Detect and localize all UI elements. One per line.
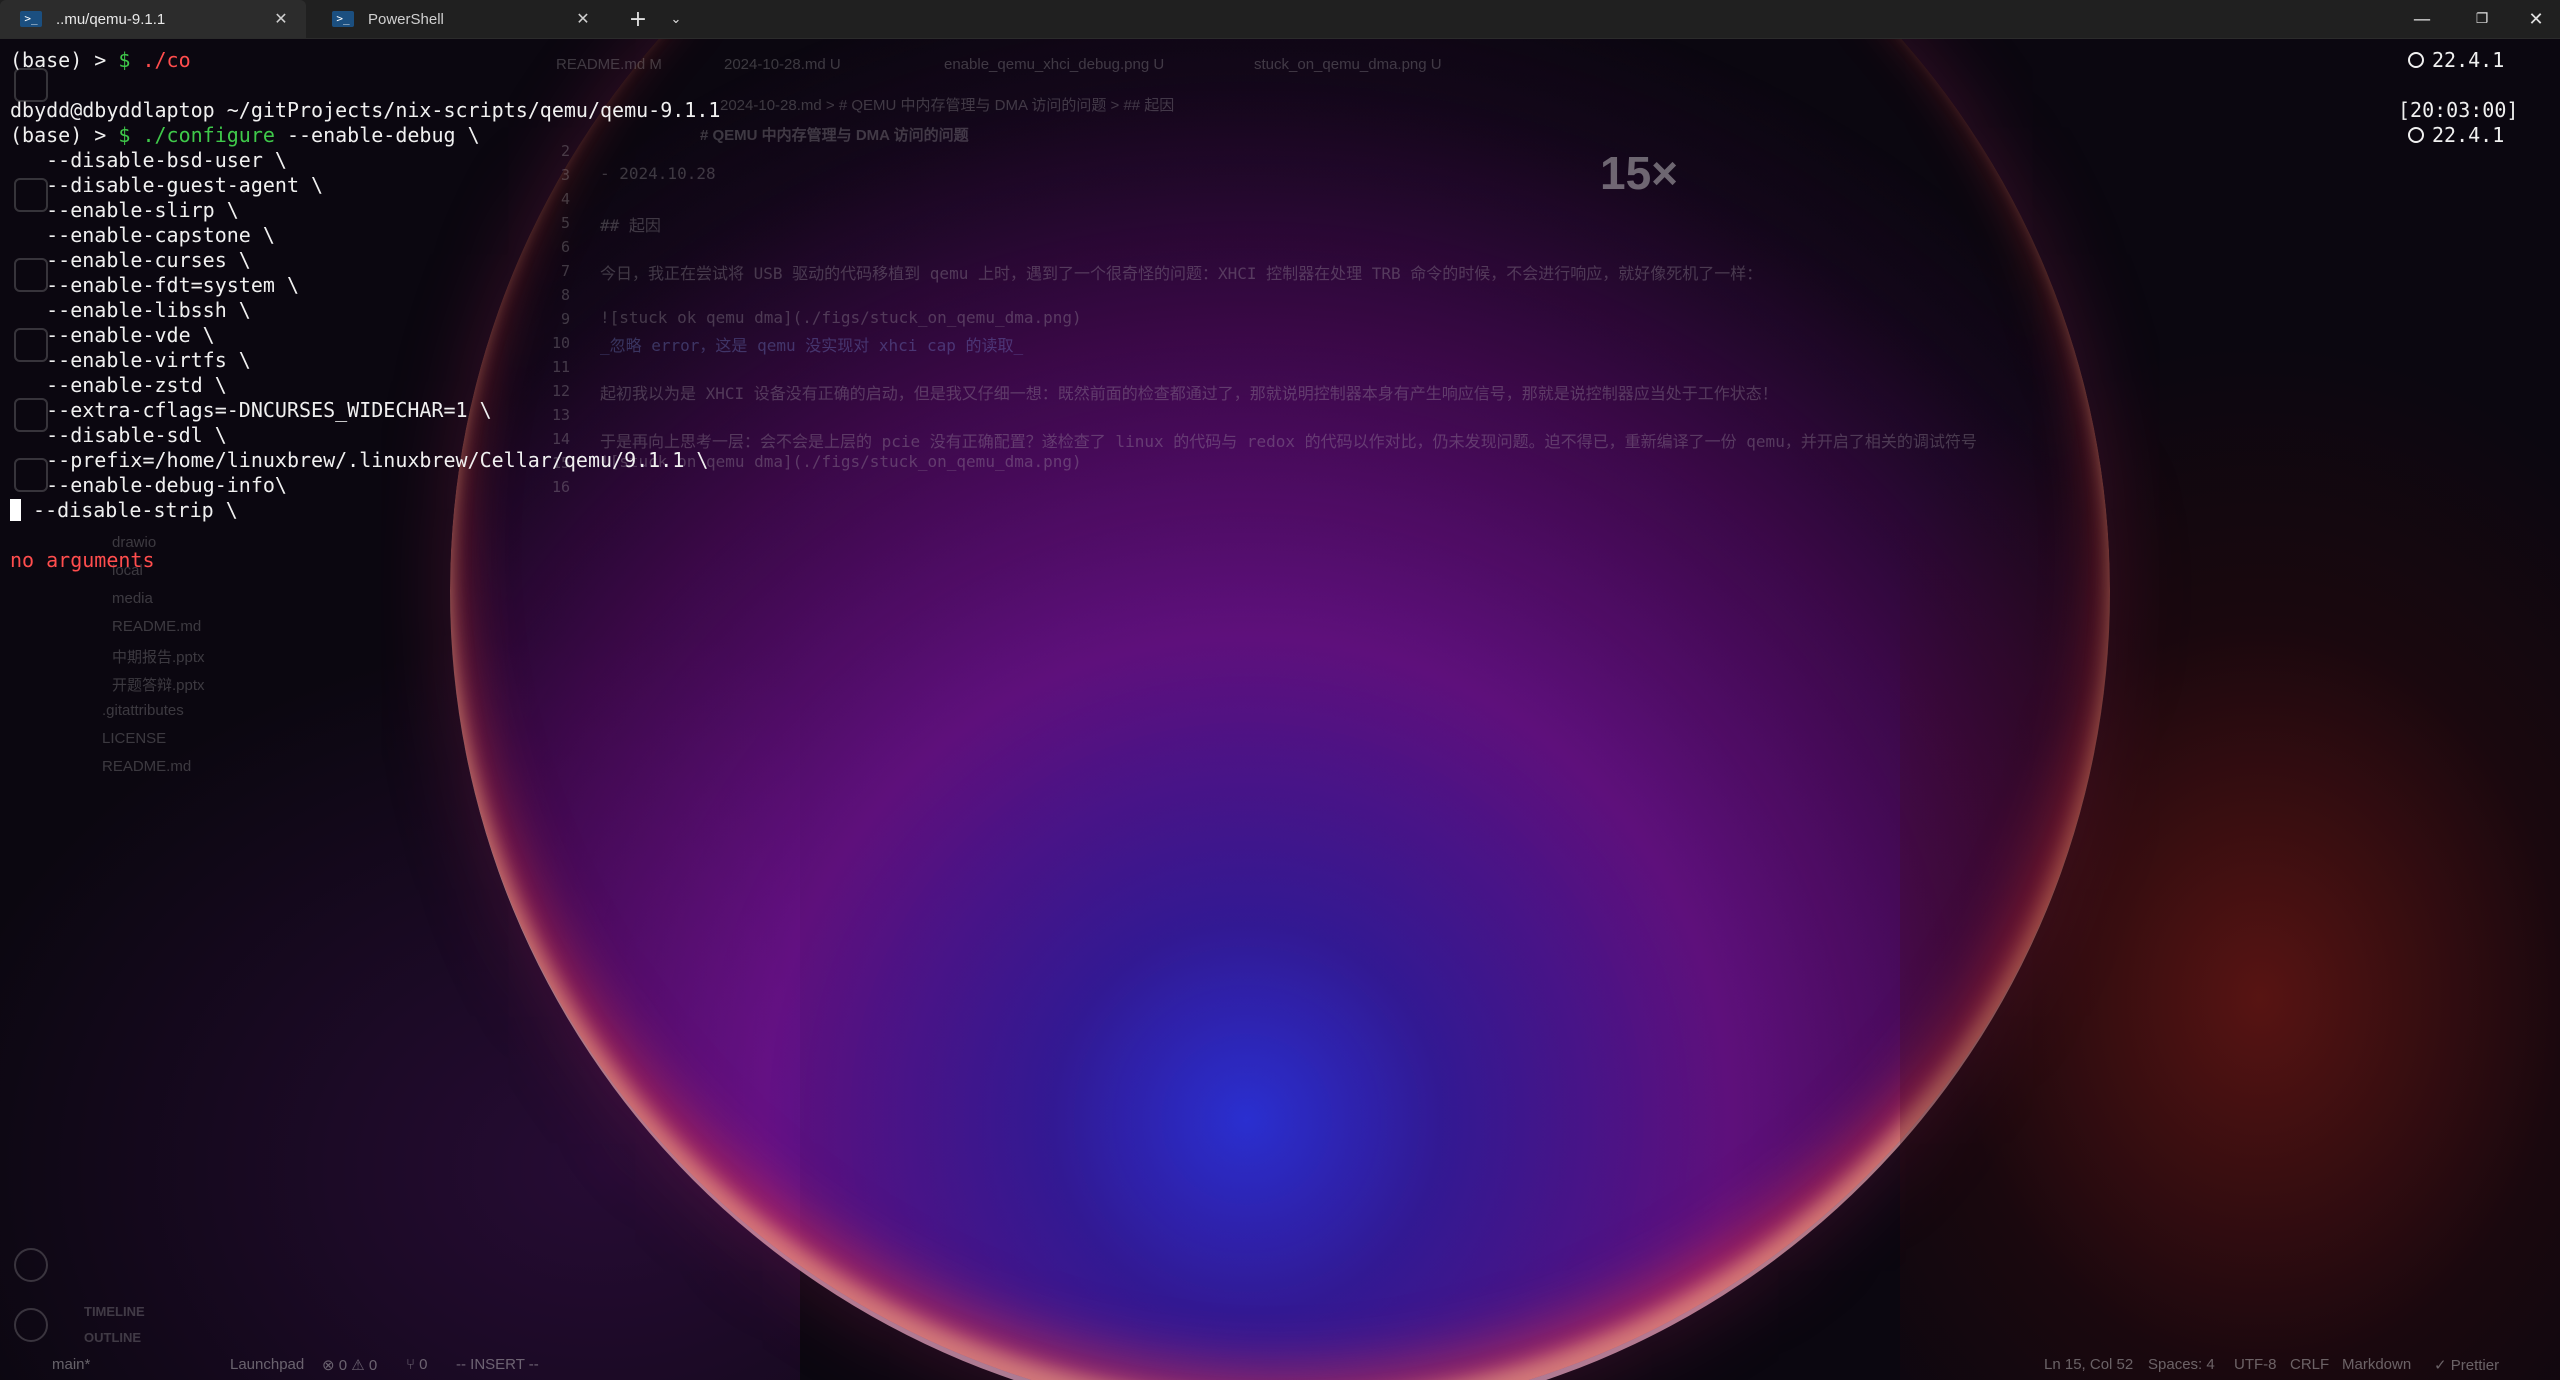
branch-status: main*: [52, 1356, 91, 1373]
prompt-symbol: $: [118, 123, 131, 147]
config-arg-line: --enable-vde \: [10, 323, 215, 347]
language-status: Markdown: [2342, 1356, 2412, 1373]
command-text: ./co: [130, 48, 191, 72]
tab-powershell[interactable]: >_ PowerShell ✕: [312, 0, 608, 38]
cwd-line: dbydd@dbyddlaptop ~/gitProjects/nix-scri…: [10, 98, 721, 122]
command-text: ./configure: [130, 123, 275, 147]
encoding-status: UTF-8: [2234, 1356, 2277, 1373]
powershell-icon: >_: [332, 11, 354, 27]
node-icon: [2408, 52, 2424, 68]
prompt-line: (base) > $ ./configure --enable-debug \: [10, 123, 480, 148]
ghost-status-bar: main* Launchpad ⊗ 0 ⚠ 0 ⑂ 0 -- INSERT --…: [0, 1352, 2560, 1380]
config-arg-line: --enable-virtfs \: [10, 348, 251, 372]
formatter-status: ✓ Prettier: [2434, 1357, 2500, 1374]
close-tab-icon[interactable]: ✕: [270, 9, 292, 29]
tab-qemu[interactable]: >_ ..mu/qemu-9.1.1 ✕: [0, 0, 306, 38]
config-arg-line: --disable-sdl \: [10, 423, 227, 447]
cursor-position-status: Ln 15, Col 52: [2044, 1356, 2134, 1373]
node-icon: [2408, 127, 2424, 143]
config-arg-line: --enable-debug-info\: [10, 473, 287, 497]
tab-dropdown-button[interactable]: ⌄: [656, 0, 696, 38]
prompt-symbol: $: [118, 48, 131, 72]
config-arg-line: --enable-capstone \: [10, 223, 275, 247]
terminal-pane[interactable]: (base) > $ ./co dbydd@dbyddlaptop ~/gitP…: [0, 38, 2560, 1352]
close-tab-icon[interactable]: ✕: [572, 9, 594, 29]
prompt-line: (base) > $ ./co: [10, 48, 191, 73]
command-args: --enable-debug \: [274, 123, 480, 147]
minimize-button[interactable]: —: [2392, 0, 2452, 38]
eol-status: CRLF: [2290, 1356, 2330, 1373]
config-arg-line: --enable-fdt=system \: [10, 273, 299, 297]
tab-label: PowerShell: [368, 10, 444, 28]
config-arg-line: --enable-curses \: [10, 248, 251, 272]
node-version-label: 22.4.1: [2432, 123, 2505, 147]
config-arg-line: --prefix=/home/linuxbrew/.linuxbrew/Cell…: [10, 448, 709, 472]
powershell-icon: >_: [20, 11, 42, 27]
tab-label: ..mu/qemu-9.1.1: [56, 10, 166, 28]
prompt-prefix: (base) >: [10, 123, 119, 147]
node-version-label: 22.4.1: [2432, 48, 2505, 72]
error-message: no arguments: [10, 548, 155, 572]
config-arg-line: --enable-slirp \: [10, 198, 239, 222]
maximize-button[interactable]: ❐: [2452, 0, 2512, 38]
cursor-line: --disable-strip \: [10, 498, 238, 523]
config-arg-line: --extra-cflags=-DNCURSES_WIDECHAR=1 \: [10, 398, 492, 422]
prompt-timestamp: [20:03:00]: [2398, 98, 2519, 122]
problems-status: ⊗ 0 ⚠ 0: [322, 1357, 378, 1374]
new-tab-button[interactable]: +: [618, 0, 658, 38]
ports-status: ⑂ 0: [406, 1356, 428, 1373]
node-version-top: 22.4.1: [2408, 48, 2504, 73]
launchpad-status: Launchpad: [230, 1356, 305, 1373]
indent-status: Spaces: 4: [2148, 1356, 2215, 1373]
config-arg-line: --enable-zstd \: [10, 373, 227, 397]
window-title-bar: >_ ..mu/qemu-9.1.1 ✕ >_ PowerShell ✕ + ⌄…: [0, 0, 2560, 39]
vim-mode-status: -- INSERT --: [456, 1356, 539, 1373]
prompt-prefix: (base) >: [10, 48, 119, 72]
config-arg-line: --enable-libssh \: [10, 298, 251, 322]
node-version-bottom: 22.4.1: [2408, 123, 2504, 148]
text-cursor: [10, 499, 21, 521]
close-window-button[interactable]: ✕: [2512, 0, 2560, 38]
config-arg-line: --disable-bsd-user \: [10, 148, 287, 172]
cursor-line-text: --disable-strip \: [21, 498, 238, 522]
config-arg-line: --disable-guest-agent \: [10, 173, 324, 197]
